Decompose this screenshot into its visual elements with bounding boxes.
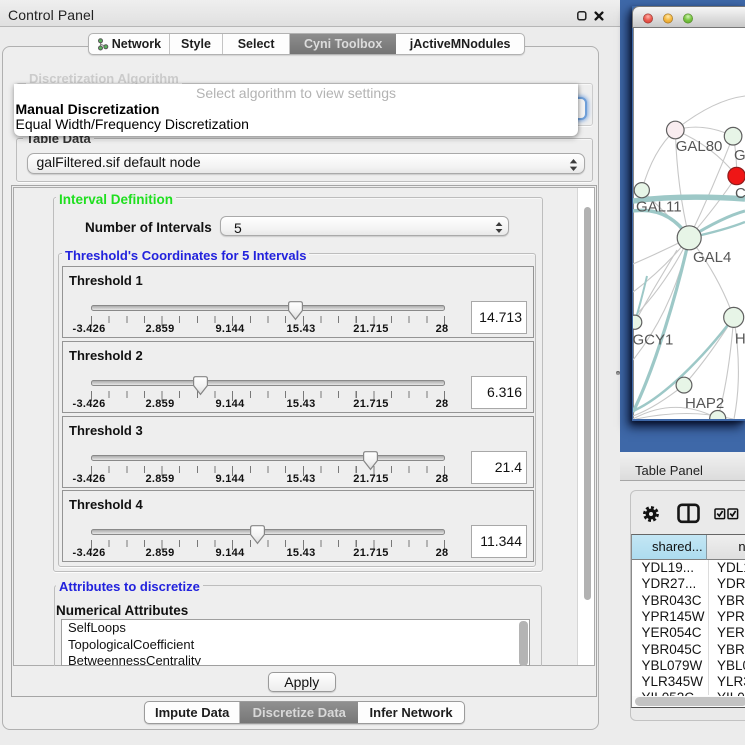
svg-text:GA: GA — [734, 147, 745, 164]
svg-text:GAL80: GAL80 — [676, 138, 723, 155]
svg-text:GAL4: GAL4 — [693, 249, 731, 266]
svg-text:GCY1: GCY1 — [633, 332, 673, 349]
svg-text:HAP2: HAP2 — [685, 395, 724, 412]
svg-text:H: H — [735, 331, 745, 348]
svg-text:C: C — [735, 185, 745, 202]
svg-text:GAL11: GAL11 — [636, 199, 682, 216]
